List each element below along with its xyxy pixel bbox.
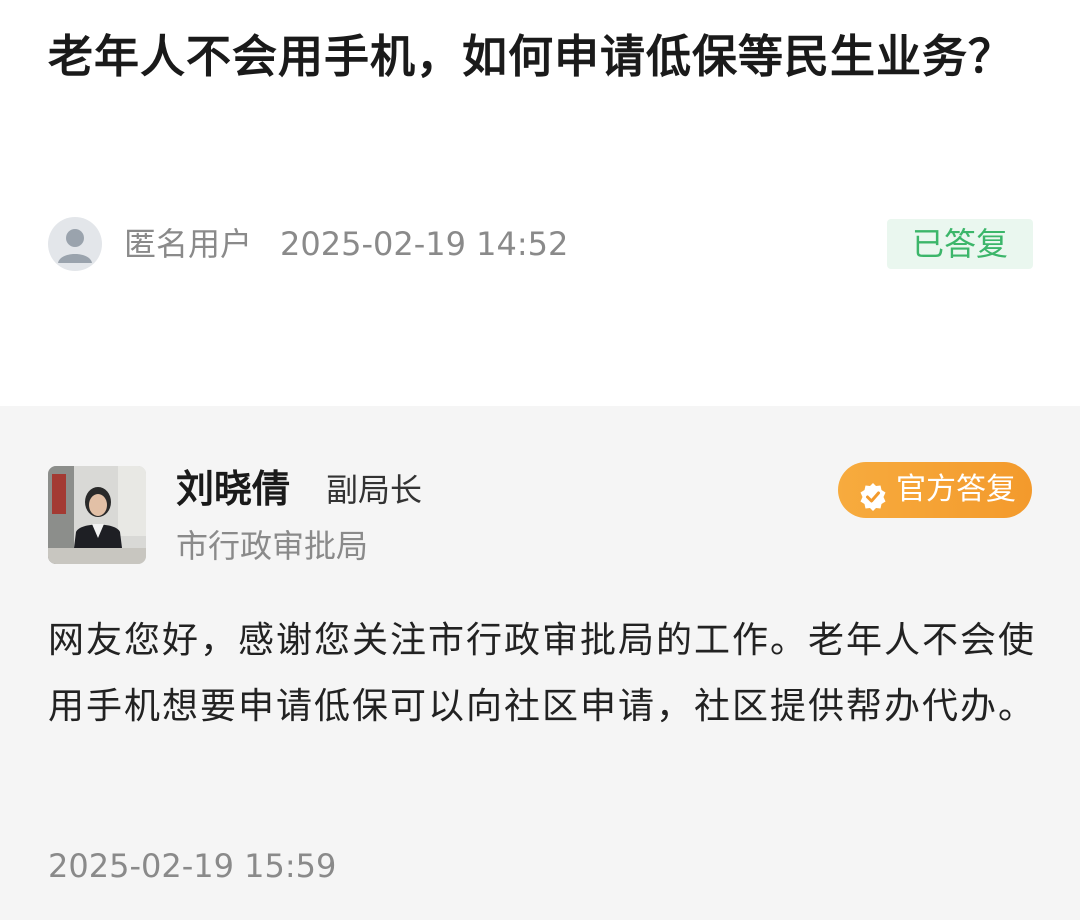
question-section: 老年人不会用手机，如何申请低保等民生业务？ 匿名用户 2025-02-19 14… bbox=[0, 0, 1080, 406]
answer-section: 刘晓倩 副局长 市行政审批局 官方答复 网友您好，感谢您关注市行政审批局的工作。… bbox=[0, 406, 1080, 920]
question-timestamp: 2025-02-19 14:52 bbox=[280, 225, 569, 263]
official-name[interactable]: 刘晓倩 bbox=[176, 464, 290, 514]
anonymous-user-avatar-icon[interactable] bbox=[48, 217, 102, 271]
answer-text: 网友您好，感谢您关注市行政审批局的工作。老年人不会使用手机想要申请低保可以向社区… bbox=[48, 620, 1037, 727]
question-author[interactable]: 匿名用户 bbox=[124, 223, 252, 265]
official-avatar[interactable] bbox=[48, 466, 146, 564]
official-reply-label: 官方答复 bbox=[896, 472, 1016, 507]
official-department[interactable]: 市行政审批局 bbox=[176, 524, 368, 568]
official-reply-badge: 官方答复 bbox=[838, 462, 1032, 518]
official-position: 副局长 bbox=[326, 471, 423, 509]
question-title: 老年人不会用手机，如何申请低保等民生业务？ bbox=[48, 30, 1015, 83]
check-shield-icon bbox=[858, 475, 888, 511]
status-badge: 已答复 bbox=[887, 219, 1033, 269]
answer-timestamp: 2025-02-19 15:59 bbox=[48, 847, 337, 885]
question-meta: 匿名用户 2025-02-19 14:52 已答复 bbox=[48, 215, 1033, 273]
